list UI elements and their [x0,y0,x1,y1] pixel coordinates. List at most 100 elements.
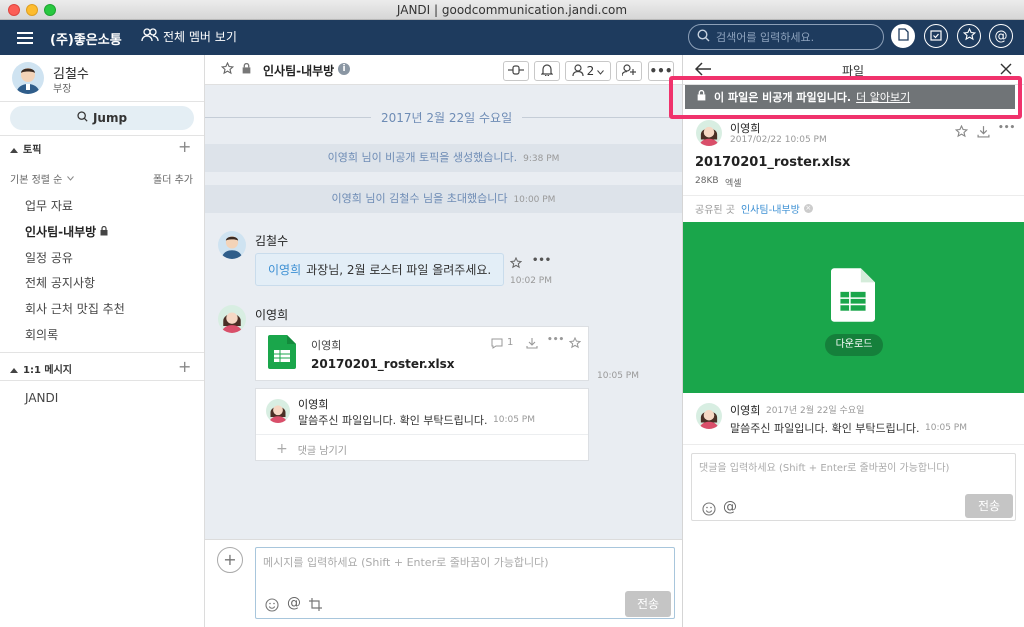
star-icon[interactable] [568,336,582,352]
add-folder-button[interactable]: 폴더 추가 [153,171,193,186]
divider [0,352,204,353]
mention-icon[interactable]: @ [723,499,737,515]
star-icon[interactable] [954,124,969,141]
plus-icon: + [276,441,288,457]
lock-icon [697,89,706,104]
invite-member-button[interactable] [616,61,642,81]
window-title: JANDI | goodcommunication.jandi.com [396,3,628,17]
search-placeholder: 검색어를 입력하세요. [716,31,815,44]
comment-sender[interactable]: 이영희 [298,396,328,412]
message-sender[interactable]: 김철수 [255,232,288,249]
sidebar-topic-minutes[interactable]: 회의록 [25,326,58,343]
window-titlebar: JANDI | goodcommunication.jandi.com [0,0,1024,20]
user-avatar[interactable] [12,62,44,94]
mention-link[interactable]: 이영희 [268,261,301,278]
emoji-icon[interactable] [265,598,279,615]
message-text: 과장님, 2월 로스터 파일 올려주세요. [306,263,492,277]
search-input[interactable]: 검색어를 입력하세요. [688,24,884,50]
members-icon [141,28,159,45]
send-button[interactable]: 전송 [625,591,671,617]
file-card[interactable]: 이영희 20170201_roster.xlsx 1 ••• [255,326,589,381]
panel-comment-input[interactable]: 댓글을 입력하세요 (Shift + Enter로 줄바꿈이 가능합니다) @ … [691,453,1016,521]
topics-section-toggle[interactable]: 토픽 [10,141,41,156]
sidebar-topic-announcements[interactable]: 전체 공지사항 [25,274,95,291]
info-icon[interactable]: i [338,63,350,75]
message-time: 10:05 PM [597,371,639,381]
comment-text: 말씀주신 파일입니다. 확인 부탁드립니다. [298,414,488,427]
system-message-text: 이영희 님이 김철수 님을 초대했습니다 [331,192,508,205]
file-name[interactable]: 20170201_roster.xlsx [311,357,454,371]
more-icon[interactable]: ••• [547,335,564,345]
sidebar-topic-label: 인사팀-내부방 [25,225,97,239]
connect-button[interactable] [503,61,529,81]
add-comment-input[interactable]: + 댓글 남기기 [276,441,347,457]
mention-icon[interactable]: @ [287,595,301,611]
star-icon[interactable] [220,61,235,78]
divider [256,434,588,435]
message-placeholder: 메시지를 입력하세요 (Shift + Enter로 줄바꿈이 가능합니다) [263,556,549,569]
sidebar-topic-schedule[interactable]: 일정 공유 [25,249,73,266]
tasks-button[interactable] [924,24,948,48]
dm-section-toggle[interactable]: 1:1 메시지 [10,361,72,376]
members-dropdown[interactable]: 2 [565,61,611,81]
minimize-window-button[interactable] [26,4,38,16]
unshare-icon[interactable]: × [803,204,813,213]
date-divider: 2017년 2월 22일 수요일 [371,109,523,126]
all-members-link[interactable]: 전체 멤버 보기 [141,28,237,45]
download-icon[interactable] [977,125,990,141]
sidebar-topic-hr-private[interactable]: 인사팀-내부방 [25,223,108,240]
team-name[interactable]: (주)좋은소통 [50,29,122,48]
upload-time: 2017/02/22 10:05 PM [730,135,827,145]
message-time: 10:02 PM [510,276,552,286]
starred-button[interactable] [957,24,981,48]
comment-sender[interactable]: 이영희 [730,402,760,418]
comment-icon[interactable] [491,338,503,352]
more-icon[interactable]: ••• [532,255,551,266]
emoji-icon[interactable] [702,502,716,519]
sort-dropdown[interactable]: 기본 정렬 순 [10,171,75,186]
download-icon[interactable] [526,337,538,352]
chevron-down-icon [597,64,605,78]
caret-up-icon [10,362,18,376]
user-icon [572,63,584,79]
comment-placeholder: 댓글 남기기 [297,445,347,457]
comment-placeholder: 댓글을 입력하세요 (Shift + Enter로 줄바꿈이 가능합니다) [699,463,950,474]
mentions-button[interactable]: @ [989,24,1013,48]
hamburger-menu-icon[interactable] [15,28,35,48]
avatar[interactable] [266,399,290,423]
more-icon[interactable]: ••• [998,123,1015,133]
avatar[interactable] [696,120,722,146]
message-sender[interactable]: 이영희 [255,306,288,323]
comment-text: 말씀주신 파일입니다. 확인 부탁드립니다. [730,422,920,435]
shared-in: 공유된 곳 인사팀-내부방 × [695,201,813,216]
file-detail-panel: 파일 이 파일은 비공개 파일입니다. 더 알아보기 이영희 2017/02/2… [669,55,1024,627]
sidebar-topic-work-files[interactable]: 업무 자료 [25,197,73,214]
avatar[interactable] [696,403,722,429]
panel-send-button[interactable]: 전송 [965,494,1013,518]
system-message-time: 10:00 PM [513,195,556,205]
add-dm-icon[interactable]: + [178,357,191,376]
notification-button[interactable] [534,61,560,81]
file-uploader[interactable]: 이영희 [730,120,760,136]
attach-button[interactable]: + [217,547,243,573]
topics-header: 토픽 [23,145,42,156]
add-topic-icon[interactable]: + [178,137,191,156]
shared-topic-link[interactable]: 인사팀-내부방 [741,201,800,216]
download-button[interactable]: 다운로드 [825,334,883,356]
plus-icon: + [223,550,237,569]
avatar[interactable] [218,305,246,333]
learn-more-link[interactable]: 더 알아보기 [856,89,910,105]
close-window-button[interactable] [8,4,20,16]
jump-button[interactable]: Jump [10,106,194,130]
dm-item-jandi[interactable]: JANDI [25,391,58,405]
file-uploader: 이영희 [311,339,342,352]
chat-area: 인사팀-내부방 i 2 ••• 2017년 2월 22일 수요일 이영희 님이 … [205,55,682,627]
jump-label: Jump [92,111,128,125]
files-button[interactable] [891,24,915,48]
sidebar-topic-restaurants[interactable]: 회사 근처 맛집 추천 [25,300,125,317]
star-icon[interactable] [509,256,523,272]
maximize-window-button[interactable] [44,4,56,16]
crop-icon[interactable] [309,598,322,614]
message-input[interactable]: 메시지를 입력하세요 (Shift + Enter로 줄바꿈이 가능합니다) @… [255,547,675,619]
avatar[interactable] [218,231,246,259]
